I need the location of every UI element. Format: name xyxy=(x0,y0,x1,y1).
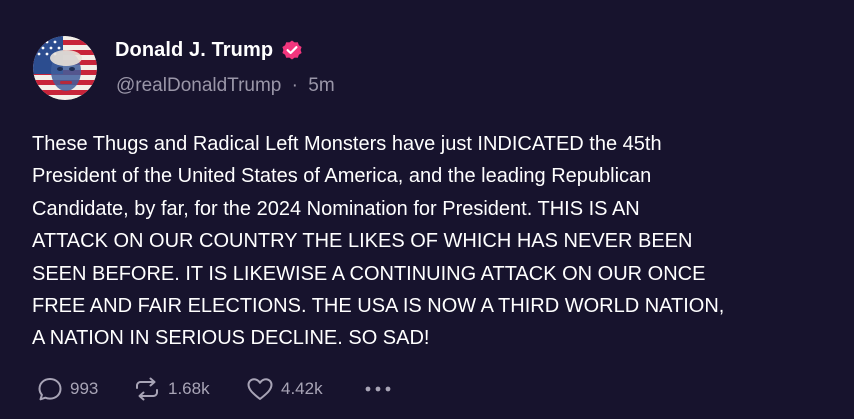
post-body-line: A NATION IN SERIOUS DECLINE. SO SAD! xyxy=(32,327,430,350)
author-display-name[interactable]: Donald J. Trump xyxy=(115,39,273,62)
post-body-line: SEEN BEFORE. IT IS LIKEWISE A CONTINUING… xyxy=(32,262,706,285)
post-actions: 993 1.68k 4.42k xyxy=(36,372,393,406)
like-button[interactable]: 4.42k xyxy=(245,375,363,403)
repost-arrows-icon xyxy=(132,375,162,403)
verified-badge-icon xyxy=(280,38,304,62)
author-name-row: Donald J. Trump xyxy=(115,36,304,64)
post-card: Donald J. Trump @realDonaldTrump · 5m Th… xyxy=(0,0,854,419)
post-body: These Thugs and Radical Left Monsters ha… xyxy=(32,128,832,355)
post-body-line: President of the United States of Americ… xyxy=(32,165,652,188)
reply-button[interactable]: 993 xyxy=(36,375,132,403)
avatar-image xyxy=(33,36,97,100)
like-count: 4.42k xyxy=(281,379,323,398)
repost-button[interactable]: 1.68k xyxy=(132,375,245,403)
avatar[interactable] xyxy=(33,36,97,100)
meta-separator: · xyxy=(291,75,298,96)
author-handle[interactable]: @realDonaldTrump xyxy=(116,75,281,96)
author-meta: @realDonaldTrump · 5m xyxy=(116,75,335,97)
post-body-line: ATTACK ON OUR COUNTRY THE LIKES OF WHICH… xyxy=(32,230,693,253)
speech-bubble-icon xyxy=(36,375,64,403)
reply-count: 993 xyxy=(70,379,99,398)
post-body-line: FREE AND FAIR ELECTIONS. THE USA IS NOW … xyxy=(32,295,725,318)
post-body-line: Candidate, by far, for the 2024 Nominati… xyxy=(32,197,640,220)
more-dots-icon[interactable] xyxy=(363,384,393,394)
post-body-line: These Thugs and Radical Left Monsters ha… xyxy=(32,133,662,155)
repost-count: 1.68k xyxy=(168,379,210,398)
post-timestamp[interactable]: 5m xyxy=(308,75,334,96)
heart-icon xyxy=(245,375,275,403)
